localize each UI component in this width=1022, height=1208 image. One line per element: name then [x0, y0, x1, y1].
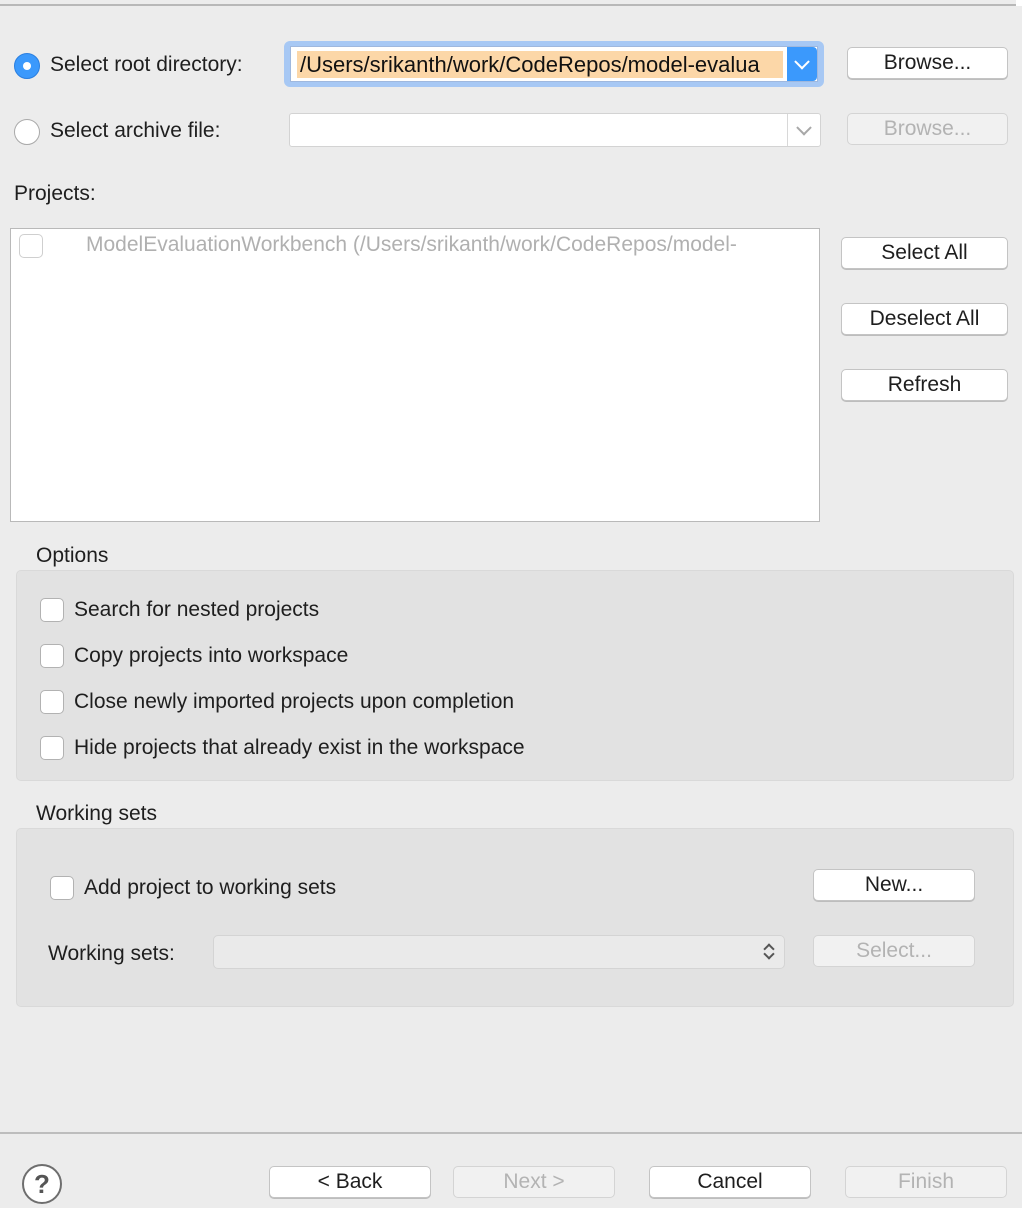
chevron-down-icon [796, 120, 812, 136]
updown-chevron-icon [762, 942, 776, 962]
copy-projects-checkbox[interactable] [40, 644, 64, 668]
select-all-button[interactable]: Select All [841, 237, 1008, 269]
hide-existing-label: Hide projects that already exist in the … [74, 736, 525, 759]
archive-file-radio[interactable] [14, 119, 40, 145]
working-sets-group [16, 828, 1014, 1007]
projects-label: Projects: [14, 182, 96, 205]
hide-existing-checkbox[interactable] [40, 736, 64, 760]
close-imported-checkbox[interactable] [40, 690, 64, 714]
root-directory-field[interactable]: /Users/srikanth/work/CodeRepos/model-eva… [290, 46, 818, 82]
working-sets-title: Working sets [36, 802, 157, 825]
add-to-working-sets-checkbox[interactable] [50, 876, 74, 900]
help-icon[interactable]: ? [22, 1164, 62, 1204]
root-directory-value[interactable]: /Users/srikanth/work/CodeRepos/model-eva… [297, 51, 783, 78]
archive-file-combo[interactable] [289, 113, 821, 147]
window-corner [1016, 0, 1022, 6]
working-sets-combo[interactable] [213, 935, 785, 969]
window-top-border [0, 0, 1022, 6]
archive-file-label: Select archive file: [50, 119, 221, 142]
back-button[interactable]: < Back [269, 1166, 431, 1198]
nested-projects-checkbox[interactable] [40, 598, 64, 622]
projects-list[interactable]: ModelEvaluationWorkbench (/Users/srikant… [10, 228, 820, 522]
root-directory-radio[interactable] [14, 53, 40, 79]
refresh-button[interactable]: Refresh [841, 369, 1008, 401]
close-imported-label: Close newly imported projects upon compl… [74, 690, 515, 713]
list-item[interactable]: ModelEvaluationWorkbench (/Users/srikant… [11, 229, 819, 263]
chevron-down-icon [794, 54, 810, 70]
options-title: Options [36, 544, 109, 567]
browse-archive-button[interactable]: Browse... [847, 113, 1008, 145]
root-directory-combo[interactable]: /Users/srikanth/work/CodeRepos/model-eva… [284, 41, 824, 87]
archive-file-dropdown-button[interactable] [787, 114, 820, 146]
project-label: ModelEvaluationWorkbench (/Users/srikant… [86, 233, 737, 256]
cancel-button[interactable]: Cancel [649, 1166, 811, 1198]
new-working-set-button[interactable]: New... [813, 869, 975, 901]
footer-divider [0, 1132, 1022, 1134]
nested-projects-label: Search for nested projects [74, 598, 320, 621]
root-directory-dropdown-button[interactable] [787, 47, 817, 81]
project-checkbox[interactable] [19, 234, 43, 258]
add-to-working-sets-label: Add project to working sets [84, 876, 337, 899]
deselect-all-button[interactable]: Deselect All [841, 303, 1008, 335]
root-directory-label: Select root directory: [50, 53, 243, 76]
finish-button[interactable]: Finish [845, 1166, 1007, 1198]
select-working-set-button[interactable]: Select... [813, 935, 975, 967]
browse-directory-button[interactable]: Browse... [847, 47, 1008, 79]
working-sets-label: Working sets: [48, 942, 175, 965]
next-button[interactable]: Next > [453, 1166, 615, 1198]
copy-projects-label: Copy projects into workspace [74, 644, 349, 667]
